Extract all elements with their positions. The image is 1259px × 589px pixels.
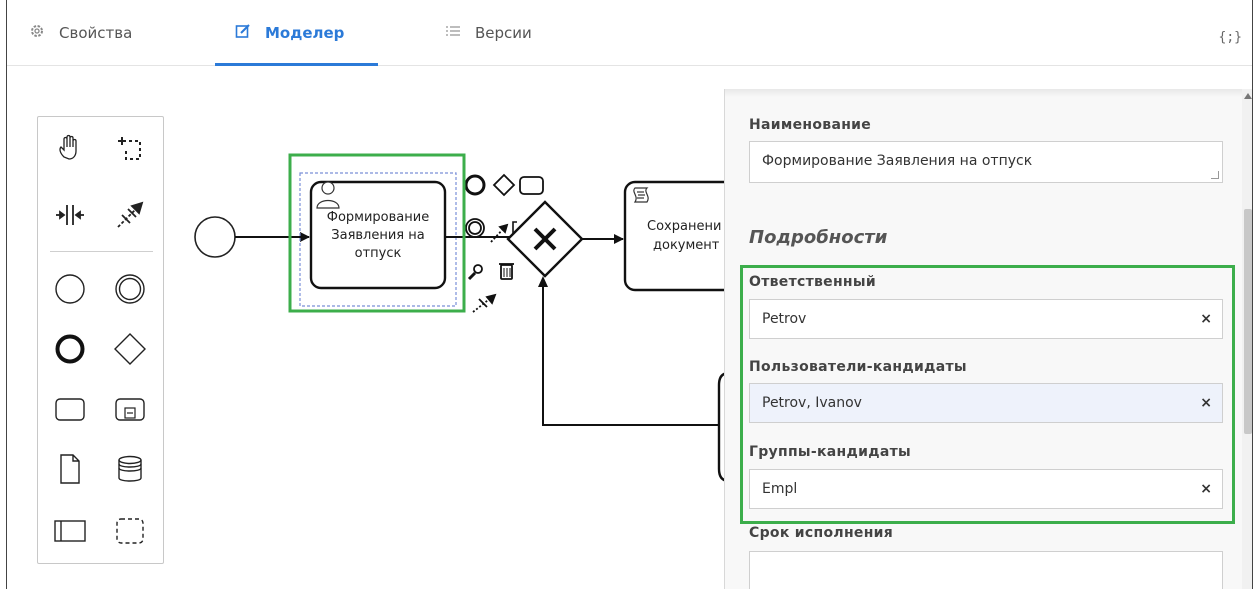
tab-properties[interactable]: Свойства (29, 0, 132, 66)
bpmn-canvas[interactable]: Формирование Заявления на отпуск Сохране… (7, 67, 727, 589)
start-event (194, 216, 236, 258)
append-task-icon (519, 176, 544, 195)
due-date-label: Срок исполнения (749, 525, 894, 541)
details-section-title: Подробности (749, 227, 888, 248)
panel-scrollbar[interactable] (1242, 89, 1252, 589)
trash-icon (499, 263, 514, 280)
active-tab-indicator (215, 63, 378, 66)
task2-label: Сохранени документ (647, 217, 727, 255)
scroll-up-icon[interactable] (1244, 93, 1252, 99)
task2-label-line-2: документ (653, 238, 720, 253)
task1-label-line-3: отпуск (354, 246, 402, 261)
sequence-flow-loop (542, 280, 719, 426)
task1-label-line-1: Формирование (326, 210, 430, 225)
task2-label-line-1: Сохранени (647, 219, 722, 234)
connect-tool-small-icon (472, 293, 497, 313)
task1-label: Формирование Заявления на отпуск (313, 209, 443, 263)
tab-modeler[interactable]: Моделер (235, 0, 344, 66)
panel-top-edge (725, 89, 1252, 97)
tab-versions-label: Версии (475, 24, 532, 42)
append-gateway-icon (492, 173, 516, 197)
due-date-field[interactable] (749, 551, 1223, 589)
name-label: Наименование (749, 117, 872, 133)
edit-icon (235, 23, 251, 43)
resize-grip-icon[interactable] (1211, 171, 1219, 179)
list-icon (445, 24, 461, 42)
scroll-thumb[interactable] (1244, 209, 1252, 434)
tab-modeler-label: Моделер (265, 24, 345, 42)
details-highlight-box (740, 265, 1235, 524)
task1-label-line-2: Заявления на (331, 228, 425, 243)
properties-panel: Наименование Формирование Заявления на о… (724, 89, 1252, 589)
tab-bar: Свойства Моделер Версии {;} (7, 0, 1252, 66)
json-view-button[interactable]: {;} (1219, 30, 1242, 45)
name-field-value: Формирование Заявления на отпуск (762, 153, 1033, 169)
append-end-event-icon (464, 174, 486, 196)
tab-versions[interactable]: Версии (445, 0, 532, 66)
app-frame: Свойства Моделер Версии {;} Формирование… (6, 0, 1253, 589)
exclusive-gateway (506, 200, 584, 278)
tab-properties-label: Свойства (59, 24, 133, 42)
gear-icon (29, 23, 45, 43)
wrench-icon (467, 264, 483, 281)
name-field[interactable]: Формирование Заявления на отпуск (749, 141, 1223, 183)
connect-icon-small (490, 223, 509, 243)
